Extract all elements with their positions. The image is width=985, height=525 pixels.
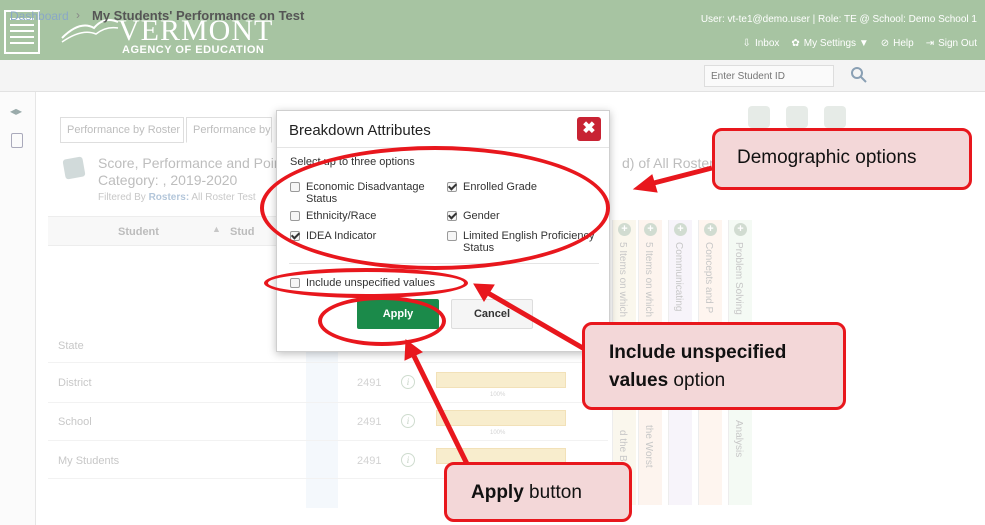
signout-icon: ⇥ (925, 38, 935, 49)
left-rail (0, 92, 36, 525)
student-id-search-input[interactable] (704, 65, 834, 87)
highlight-ellipse-apply (318, 296, 446, 346)
breadcrumb (0, 60, 985, 92)
clipboard-icon[interactable] (11, 133, 23, 148)
header-nav: ⇩ Inbox ✿ My Settings ▼ ⊘ Help ⇥ Sign Out (743, 38, 977, 49)
highlight-ellipse-include-unspecified (264, 268, 468, 298)
help-link[interactable]: ⊘ Help (881, 38, 914, 49)
help-icon: ⊘ (880, 38, 890, 49)
inbox-icon: ⇩ (742, 38, 751, 49)
search-icon[interactable] (850, 66, 868, 84)
inbox-link[interactable]: ⇩ Inbox (743, 38, 780, 49)
callout-demographic-options: Demographic options (712, 128, 972, 190)
breadcrumb-dashboard-link[interactable]: Dashboard (10, 9, 69, 23)
gear-icon: ✿ (791, 38, 800, 49)
page-title: My Students' Performance on Test (92, 8, 305, 23)
settings-link[interactable]: ✿ My Settings ▼ (791, 38, 868, 49)
callout-include-unspecified: Include unspecified values option (582, 322, 846, 410)
signout-link[interactable]: ⇥ Sign Out (926, 38, 977, 49)
breadcrumb-separator: › (76, 8, 80, 22)
callout-apply-button: Apply button (444, 462, 632, 522)
highlight-ellipse-demographics (260, 146, 610, 270)
cancel-button[interactable]: Cancel (451, 299, 533, 329)
modal-title: Breakdown Attributes (289, 122, 431, 139)
user-info: User: vt-te1@demo.user | Role: TE @ Scho… (700, 14, 977, 25)
collapse-toggle-icon[interactable]: ◂▸ (10, 104, 22, 118)
close-button[interactable]: ✖ (577, 117, 601, 141)
brand-subtitle: AGENCY OF EDUCATION (122, 44, 265, 56)
